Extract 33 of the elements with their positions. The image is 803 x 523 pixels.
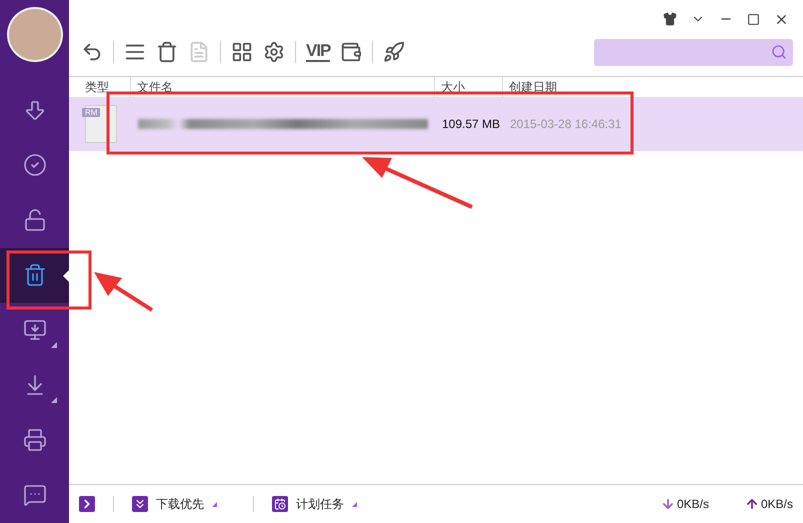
upload-speed: 0KB/s: [760, 497, 793, 511]
priority-menu[interactable]: 下载优先: [132, 496, 217, 512]
bin-icon[interactable]: [156, 41, 178, 63]
printer-icon: [22, 428, 46, 452]
vip-button[interactable]: VIP: [306, 42, 330, 62]
pointer-arrow: [94, 272, 154, 312]
download-speed: 0KB/s: [676, 497, 709, 511]
download-speed-icon: [660, 497, 675, 511]
grid-icon[interactable]: [231, 41, 253, 63]
monitor-download-icon: [22, 318, 46, 342]
expand-button[interactable]: [79, 496, 95, 512]
created-date: 2015-03-28 16:46:31: [509, 117, 622, 131]
clock-icon: [274, 498, 286, 510]
search-icon: [771, 44, 787, 60]
selection-pointer-icon: [63, 270, 69, 282]
chat-bubble-icon: [22, 483, 46, 508]
file-row[interactable]: RM 109.57 MB 2015-03-28 16:46:31: [69, 97, 803, 151]
rocket-icon[interactable]: [383, 41, 406, 63]
column-header[interactable]: 类型: [69, 77, 130, 97]
skin-shirt-icon[interactable]: [663, 12, 677, 26]
file-size: 109.57 MB: [441, 117, 502, 131]
file-type-badge: RM: [82, 108, 100, 117]
maximize-icon[interactable]: [747, 12, 760, 26]
sidebar-item[interactable]: [0, 248, 69, 303]
back-arrow-icon[interactable]: [81, 41, 103, 63]
search-field[interactable]: [594, 38, 793, 66]
trash-icon: [22, 263, 46, 288]
check-circle-icon: [22, 152, 46, 177]
upload-speed-icon: [744, 497, 759, 511]
schedule-menu[interactable]: 计划任务: [272, 496, 357, 512]
unlocked-padlock-icon: [22, 208, 46, 232]
gear-icon[interactable]: [263, 41, 285, 63]
money-bag-icon[interactable]: [340, 41, 362, 63]
